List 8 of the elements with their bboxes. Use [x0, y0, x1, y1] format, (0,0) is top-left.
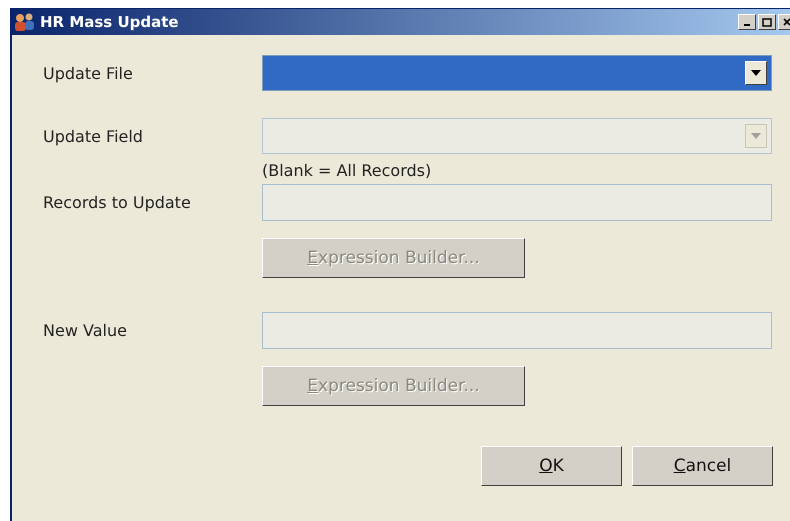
field-label: Records to Update: [43, 192, 192, 212]
dialog-button[interactable]: Cancel: [632, 446, 773, 486]
field-label: New Value: [43, 320, 128, 340]
field-label: Update File: [43, 64, 134, 82]
dialog-button[interactable]: OK: [481, 446, 622, 486]
window-title: HR Mass Update: [40, 13, 180, 31]
field-note: (Blank = All Records): [262, 160, 432, 180]
field-label: Update Field: [43, 126, 144, 146]
